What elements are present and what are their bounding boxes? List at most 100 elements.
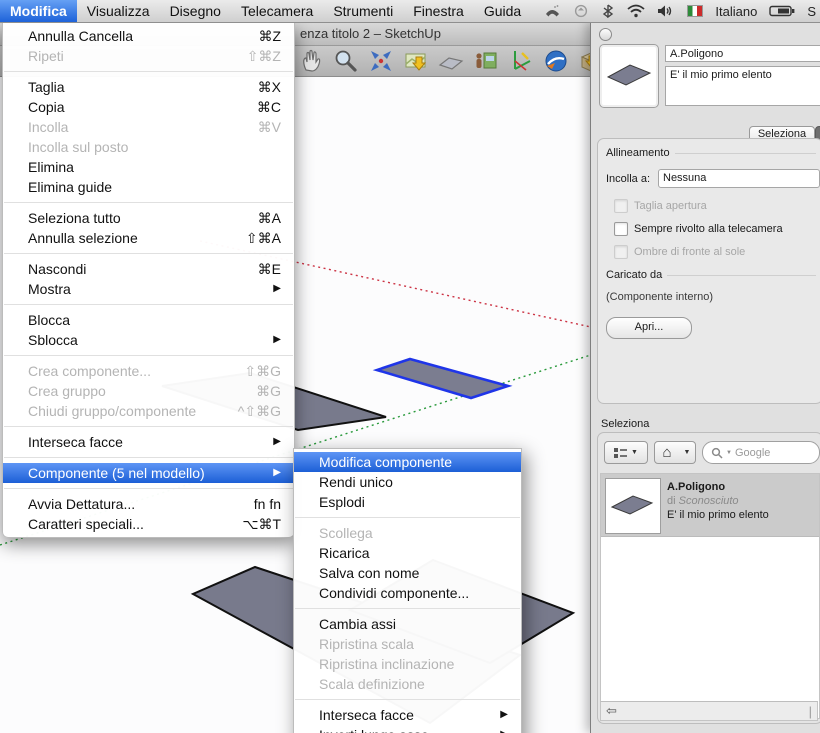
- menu-item-label: Esplodi: [319, 492, 365, 512]
- menu-item-shortcut: ⌘X: [258, 77, 281, 97]
- menu-item[interactable]: Esplodi: [294, 492, 521, 512]
- loaded-from-value: (Componente interno): [606, 291, 713, 303]
- menu-item-label: Nascondi: [28, 259, 86, 279]
- menu-item[interactable]: Caratteri speciali...⌥⌘T: [3, 514, 294, 534]
- menu-item[interactable]: Annulla selezione⇧⌘A: [3, 228, 294, 248]
- component-inspector-panel: A.Poligono E' il mio primo elento Selezi…: [590, 22, 820, 733]
- menu-item-modifica-componente[interactable]: Modifica componente: [294, 452, 521, 472]
- menu-separator: [4, 202, 293, 203]
- menu-item[interactable]: Interseca facce▶: [294, 705, 521, 725]
- menu-item[interactable]: Interseca facce▶: [3, 432, 294, 452]
- bluetooth-status-icon[interactable]: [601, 4, 615, 18]
- search-placeholder: Google: [735, 447, 770, 459]
- menu-item[interactable]: Blocca: [3, 310, 294, 330]
- submenu-arrow-icon: ▶: [273, 279, 281, 299]
- menubar-item-strumenti[interactable]: Strumenti: [323, 0, 403, 22]
- italian-flag-icon[interactable]: [687, 5, 703, 17]
- zoom-icon[interactable]: [333, 48, 359, 74]
- menu-item-shortcut: ⌘G: [256, 381, 281, 401]
- component-description-value: E' il mio primo elento: [670, 69, 772, 81]
- add-location-icon[interactable]: [403, 48, 429, 74]
- menu-item-label: Elimina: [28, 157, 74, 177]
- menu-item[interactable]: Taglia⌘X: [3, 77, 294, 97]
- glue-to-dropdown[interactable]: Nessuna: [658, 169, 820, 188]
- home-icon: ⌂: [662, 444, 671, 461]
- menubar-item-finestra[interactable]: Finestra: [403, 0, 474, 22]
- alignment-section: Allineamento: [606, 147, 816, 159]
- back-arrow-icon[interactable]: ⇦: [606, 703, 617, 719]
- menu-item: Chiudi gruppo/componente^⇧⌘G: [3, 401, 294, 421]
- face-camera-checkbox-row: Sempre rivolto alla telecamera: [614, 222, 783, 236]
- menubar-item-telecamera[interactable]: Telecamera: [231, 0, 323, 22]
- search-input[interactable]: ▼ Google: [702, 441, 820, 464]
- menu-item[interactable]: Seleziona tutto⌘A: [3, 208, 294, 228]
- menu-item-label: Interseca facce: [28, 432, 123, 452]
- view-options-button[interactable]: ▼: [604, 441, 648, 464]
- menubar-item-visualizza[interactable]: Visualizza: [77, 0, 160, 22]
- menu-item-label: Caratteri speciali...: [28, 514, 144, 534]
- battery-status-icon[interactable]: [769, 4, 795, 18]
- menu-item: Ripeti⇧⌘Z: [3, 46, 294, 66]
- photo-textures-icon[interactable]: [473, 48, 499, 74]
- search-scope-arrow-icon: ▼: [726, 450, 732, 456]
- menubar-item-modifica[interactable]: Modifica: [0, 0, 77, 22]
- home-button[interactable]: ⌂: [654, 441, 680, 464]
- volume-status-icon[interactable]: [657, 4, 675, 18]
- menu-item[interactable]: Rendi unico: [294, 472, 521, 492]
- menu-item[interactable]: Salva con nome: [294, 563, 521, 583]
- alignment-label: Allineamento: [606, 147, 670, 159]
- menu-item[interactable]: Cambia assi: [294, 614, 521, 634]
- menu-item-shortcut: ⇧⌘A: [246, 228, 281, 248]
- menu-separator: [4, 457, 293, 458]
- submenu-arrow-icon: ▶: [500, 725, 508, 733]
- select-groupbox: ▼ ⌂ ▼ ▼ Google A.Poligono: [597, 432, 820, 724]
- component-name-field[interactable]: A.Poligono: [665, 45, 820, 62]
- menu-item-shortcut: ⌘V: [258, 117, 281, 137]
- menu-item[interactable]: Sblocca▶: [3, 330, 294, 350]
- menu-item[interactable]: Annulla Cancella⌘Z: [3, 26, 294, 46]
- toggle-terrain-icon[interactable]: [438, 48, 464, 74]
- match-photo-icon[interactable]: [508, 48, 534, 74]
- google-earth-icon[interactable]: [543, 48, 569, 74]
- menu-item: Crea componente...⇧⌘G: [3, 361, 294, 381]
- component-submenu: Modifica componente Rendi unico Esplodi …: [293, 448, 522, 733]
- menu-item-componente[interactable]: Componente (5 nel modello)▶: [3, 463, 294, 483]
- menu-item[interactable]: Elimina: [3, 157, 294, 177]
- wifi-status-icon[interactable]: [627, 4, 645, 18]
- menu-item[interactable]: Ricarica: [294, 543, 521, 563]
- menu-item[interactable]: Copia⌘C: [3, 97, 294, 117]
- cut-opening-checkbox[interactable]: [614, 199, 628, 213]
- menu-item: Ripristina inclinazione: [294, 654, 521, 674]
- menu-item[interactable]: Avvia Dettatura...fn fn: [3, 494, 294, 514]
- menu-item[interactable]: Condividi componente...: [294, 583, 521, 603]
- home-dropdown-button[interactable]: ▼: [679, 441, 696, 464]
- open-button[interactable]: Apri...: [606, 317, 692, 339]
- menubar-item-disegno[interactable]: Disegno: [160, 0, 231, 22]
- list-item[interactable]: A.Poligono di Sconosciuto E' il mio prim…: [601, 474, 819, 537]
- menu-item-label: Condividi componente...: [319, 583, 469, 603]
- menubar-item-guida[interactable]: Guida: [474, 0, 531, 22]
- menu-item-label: Inverti lungo asse: [319, 725, 429, 733]
- menu-item[interactable]: Mostra ▶: [3, 279, 294, 299]
- loaded-from-section: Caricato da: [606, 269, 816, 281]
- menu-item[interactable]: Nascondi⌘E: [3, 259, 294, 279]
- menu-item[interactable]: Inverti lungo asse ▶: [294, 725, 521, 733]
- menu-item-label: Mostra: [28, 279, 71, 299]
- pan-icon[interactable]: [298, 48, 324, 74]
- sync-status-icon[interactable]: [573, 4, 589, 18]
- menu-item[interactable]: Elimina guide: [3, 177, 294, 197]
- menu-separator: [295, 699, 520, 700]
- face-camera-checkbox[interactable]: [614, 222, 628, 236]
- menu-separator: [4, 304, 293, 305]
- menu-item-label: Scollega: [319, 523, 373, 543]
- window-title: enza titolo 2 – SketchUp: [300, 26, 441, 41]
- close-button[interactable]: [599, 28, 612, 41]
- list-item-thumbnail-shape: [606, 479, 658, 531]
- phone-status-icon[interactable]: [544, 4, 561, 18]
- input-language-label[interactable]: Italiano: [715, 4, 757, 19]
- clock-day-label[interactable]: S: [807, 4, 816, 19]
- component-description-field[interactable]: E' il mio primo elento: [665, 66, 820, 106]
- shadows-face-sun-checkbox[interactable]: [614, 245, 628, 259]
- zoom-extents-icon[interactable]: [368, 48, 394, 74]
- dropdown-arrow-icon: ▼: [631, 449, 638, 456]
